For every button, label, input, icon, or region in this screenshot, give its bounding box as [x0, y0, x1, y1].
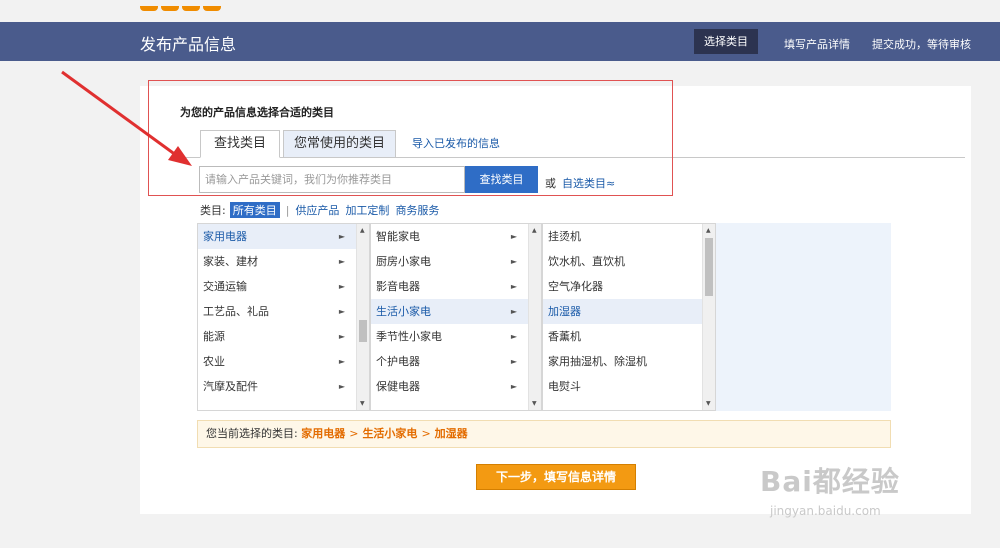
breadcrumb-item: 生活小家电 [362, 427, 418, 440]
filter-custom-processing[interactable]: 加工定制 [345, 202, 389, 218]
category-item-label: 香薰机 [548, 330, 581, 343]
category-column-level1: 家用电器 ► 家装、建材 ► 交通运输 ► 工艺品、礼品 ► 能源 ► 农业 ► 汽摩及配件… [197, 223, 370, 411]
category-item[interactable]: 农业 ► [198, 349, 369, 374]
scrollbar[interactable]: ▲ ▼ [702, 224, 715, 410]
logo [140, 0, 240, 11]
category-item[interactable]: 家用电器 ► [198, 224, 369, 249]
page-title: 发布产品信息 [140, 35, 237, 54]
category-item-label: 季节性小家电 [376, 330, 442, 343]
next-step-button[interactable]: 下一步，填写信息详情 [476, 464, 636, 490]
category-item[interactable]: 挂烫机 [543, 224, 715, 249]
scrollbar[interactable]: ▲ ▼ [528, 224, 541, 410]
category-item[interactable]: 空气净化器 [543, 274, 715, 299]
category-item[interactable]: 能源 ► [198, 324, 369, 349]
chevron-right-icon: ► [510, 232, 517, 241]
category-item-label: 饮水机、直饮机 [548, 255, 625, 268]
category-item[interactable]: 工艺品、礼品 ► [198, 299, 369, 324]
category-item-label: 家用电器 [203, 230, 247, 243]
step-select-category: 选择类目 [694, 29, 758, 54]
category-item-label: 能源 [203, 330, 225, 343]
chevron-right-icon: ► [338, 332, 345, 341]
chevron-right-icon: ► [510, 257, 517, 266]
category-item[interactable]: 汽摩及配件 ► [198, 374, 369, 399]
category-item-label: 智能家电 [376, 230, 420, 243]
breadcrumb-separator: > [421, 427, 431, 440]
category-item[interactable]: 影音电器 ► [371, 274, 541, 299]
category-item-label: 农业 [203, 355, 225, 368]
watermark-url: jingyan.baidu.com [770, 504, 881, 518]
category-item[interactable]: 交通运输 ► [198, 274, 369, 299]
breadcrumb-item: 加湿器 [434, 427, 468, 440]
category-item-label: 影音电器 [376, 280, 420, 293]
category-item[interactable]: 保健电器 ► [371, 374, 541, 399]
scroll-up-icon[interactable]: ▲ [360, 227, 365, 234]
scrollbar-thumb[interactable] [705, 238, 713, 296]
category-item[interactable]: 智能家电 ► [371, 224, 541, 249]
category-item[interactable]: 香薰机 [543, 324, 715, 349]
breadcrumb-separator: > [349, 427, 359, 440]
category-item-label: 空气净化器 [548, 280, 603, 293]
scroll-down-icon[interactable]: ▼ [360, 400, 365, 407]
chevron-right-icon: ► [338, 232, 345, 241]
scroll-down-icon[interactable]: ▼ [706, 400, 711, 407]
category-item-label: 挂烫机 [548, 230, 581, 243]
category-item-label: 交通运输 [203, 280, 247, 293]
breadcrumb-item: 家用电器 [301, 427, 346, 440]
category-filter: 类目: 所有类目 | 供应产品 加工定制 商务服务 [200, 202, 445, 218]
category-item-label: 厨房小家电 [376, 255, 431, 268]
chevron-right-icon: ► [338, 357, 345, 366]
category-item-label: 家装、建材 [203, 255, 258, 268]
filter-separator: | [285, 204, 290, 217]
category-item[interactable]: 家装、建材 ► [198, 249, 369, 274]
category-filter-label: 类目: [200, 204, 226, 217]
category-item[interactable]: 厨房小家电 ► [371, 249, 541, 274]
watermark: Bai都经验 jingyan.baidu.com [760, 460, 900, 518]
category-item[interactable]: 加湿器 [543, 299, 715, 324]
chevron-right-icon: ► [510, 282, 517, 291]
header-bar: 发布产品信息 选择类目 填写产品详情 提交成功，等待审核 [0, 22, 1000, 61]
scrollbar[interactable]: ▲ ▼ [356, 224, 369, 410]
category-item-label: 个护电器 [376, 355, 420, 368]
category-item-label: 家用抽湿机、除湿机 [548, 355, 647, 368]
step-submit-success: 提交成功，等待审核 [872, 38, 971, 51]
category-item-label: 生活小家电 [376, 305, 431, 318]
category-item-label: 加湿器 [548, 305, 581, 318]
scroll-up-icon[interactable]: ▲ [532, 227, 537, 234]
chevron-right-icon: ► [338, 307, 345, 316]
chevron-right-icon: ► [338, 382, 345, 391]
category-item-label: 工艺品、礼品 [203, 305, 269, 318]
category-item[interactable]: 个护电器 ► [371, 349, 541, 374]
category-column-level2: 智能家电 ► 厨房小家电 ► 影音电器 ► 生活小家电 ► 季节性小家电 ► 个护电器 ► … [370, 223, 542, 411]
category-item[interactable]: 家用抽湿机、除湿机 [543, 349, 715, 374]
chevron-right-icon: ► [510, 382, 517, 391]
scroll-down-icon[interactable]: ▼ [532, 400, 537, 407]
filter-business-services[interactable]: 商务服务 [395, 202, 439, 218]
category-item-label: 汽摩及配件 [203, 380, 258, 393]
highlight-box [148, 80, 673, 196]
scrollbar-thumb[interactable] [359, 320, 367, 342]
chevron-right-icon: ► [510, 357, 517, 366]
category-item[interactable]: 季节性小家电 ► [371, 324, 541, 349]
category-item-label: 电熨斗 [548, 380, 581, 393]
category-item[interactable]: 电熨斗 [543, 374, 715, 399]
chevron-right-icon: ► [510, 332, 517, 341]
filter-all-categories[interactable]: 所有类目 [229, 202, 280, 218]
category-item[interactable]: 生活小家电 ► [371, 299, 541, 324]
category-item-label: 保健电器 [376, 380, 420, 393]
chevron-right-icon: ► [338, 282, 345, 291]
category-column-level3: 挂烫机 饮水机、直饮机 空气净化器 加湿器 香薰机 家用抽湿机、除湿机 电熨斗 … [542, 223, 716, 411]
selected-category-breadcrumb: 您当前选择的类目: 家用电器 > 生活小家电 > 加湿器 [197, 420, 891, 448]
step-fill-details: 填写产品详情 [784, 38, 850, 51]
selected-category-label: 您当前选择的类目: [206, 427, 298, 440]
category-item[interactable]: 饮水机、直饮机 [543, 249, 715, 274]
scroll-up-icon[interactable]: ▲ [706, 227, 711, 234]
watermark-brand: Bai都经验 [760, 465, 900, 498]
chevron-right-icon: ► [510, 307, 517, 316]
filter-supply-products[interactable]: 供应产品 [295, 202, 339, 218]
chevron-right-icon: ► [338, 257, 345, 266]
